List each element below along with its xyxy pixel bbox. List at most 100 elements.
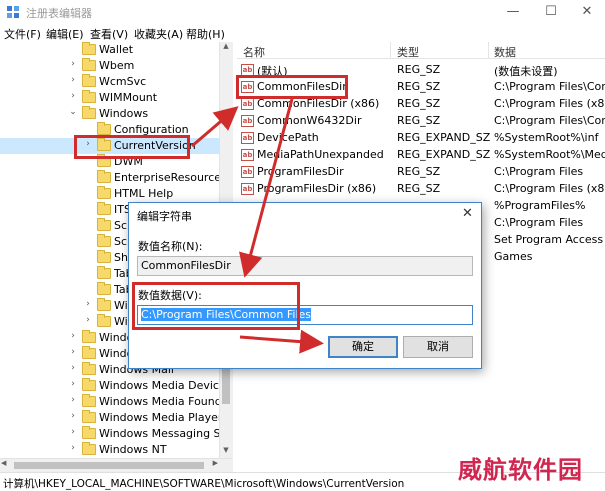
chevron-right-icon[interactable]: › [68, 59, 78, 69]
tree-item-label: Wbem [99, 59, 135, 72]
folder-icon [82, 442, 96, 455]
folder-icon [97, 250, 111, 263]
tree-item[interactable]: EnterpriseResourceMa [0, 170, 232, 186]
scroll-left-arrow-icon[interactable]: ◀ [1, 459, 6, 467]
tree-item[interactable]: › WcmSvc [0, 74, 232, 90]
scroll-down-arrow-icon[interactable]: ▼ [220, 446, 232, 458]
chevron-right-icon[interactable]: › [68, 379, 78, 389]
tree-item[interactable]: ⌄ Windows [0, 106, 232, 122]
tree-item-label: Windows Media Device M [99, 379, 232, 392]
list-row[interactable]: ab ProgramFilesDir (x86) REG_SZ C:\Program … [237, 181, 605, 197]
folder-icon [82, 106, 96, 119]
close-button[interactable]: ✕ [568, 0, 605, 24]
value-type-cell: REG_SZ [397, 114, 441, 127]
tree-item-label: HTML Help [114, 187, 174, 200]
chevron-right-icon[interactable]: › [83, 315, 93, 325]
tree-horizontal-scrollbar[interactable]: ◀ ▶ [0, 458, 232, 472]
menu-bar: 文件(F) 编辑(E) 查看(V) 收藏夹(A) 帮助(H) [0, 24, 605, 42]
column-divider[interactable] [390, 42, 391, 59]
folder-icon [82, 346, 96, 359]
value-data-cell: C:\Program Files\Comm [494, 114, 605, 127]
tree-item-label: Windows Media Player NS [99, 411, 232, 424]
menu-help[interactable]: 帮助(H) [186, 26, 225, 42]
menu-file[interactable]: 文件(F) [4, 26, 41, 42]
annotation-box-current-version [74, 135, 190, 159]
menu-edit[interactable]: 编辑(E) [46, 26, 84, 42]
folder-icon [97, 202, 111, 215]
value-name-cell: CommonW6432Dir [257, 114, 362, 127]
value-type-cell: REG_SZ [397, 182, 441, 195]
list-row[interactable]: ab CommonW6432Dir REG_SZ C:\Program Files\C… [237, 113, 605, 129]
chevron-right-icon[interactable]: › [68, 363, 78, 373]
cancel-button[interactable]: 取消 [403, 336, 473, 358]
value-type-cell: REG_SZ [397, 80, 441, 93]
tree-item[interactable]: › WIMMount [0, 90, 232, 106]
tree-item-label: Windows [99, 107, 149, 120]
annotation-box-value-data [132, 282, 300, 330]
tree-item[interactable]: › Windows Media Player NS [0, 410, 232, 426]
value-data-cell: C:\Program Files\Comm [494, 80, 605, 93]
maximize-button[interactable]: ☐ [532, 0, 570, 24]
folder-icon [97, 282, 111, 295]
string-value-icon: ab [241, 166, 254, 178]
tree-item[interactable]: › Windows Media Foundatio [0, 394, 232, 410]
tree-item[interactable]: HTML Help [0, 186, 232, 202]
string-value-icon: ab [241, 183, 254, 195]
folder-icon [82, 362, 96, 375]
value-type-cell: REG_EXPAND_SZ [397, 148, 491, 161]
chevron-right-icon[interactable]: › [68, 427, 78, 437]
minimize-button[interactable]: — [494, 0, 532, 24]
value-name-field: CommonFilesDir [137, 256, 473, 276]
tree-item[interactable]: › Windows Media Device M [0, 378, 232, 394]
chevron-right-icon[interactable]: › [68, 91, 78, 101]
tree-item[interactable]: › Windows Messaging Subs [0, 426, 232, 442]
tree-item-label: Windows Media Foundatio [99, 395, 232, 408]
scroll-thumb-horizontal[interactable] [14, 462, 204, 469]
tree-item[interactable]: Wallet [0, 42, 232, 58]
column-divider[interactable] [488, 42, 489, 59]
folder-icon [97, 298, 111, 311]
chevron-right-icon[interactable]: › [68, 411, 78, 421]
chevron-right-icon[interactable]: › [83, 299, 93, 309]
chevron-right-icon[interactable]: › [68, 395, 78, 405]
tree-item[interactable]: › Wbem [0, 58, 232, 74]
tree-item-label: WcmSvc [99, 75, 147, 88]
menu-view[interactable]: 查看(V) [90, 26, 128, 42]
menu-favorites[interactable]: 收藏夹(A) [134, 26, 183, 42]
value-data-cell: C:\Program Files (x86) [494, 182, 605, 195]
value-name-label: 数值名称(N): [138, 240, 203, 253]
column-header-data[interactable]: 数据 [494, 44, 516, 60]
scroll-up-arrow-icon[interactable]: ▲ [220, 42, 232, 54]
chevron-right-icon[interactable]: › [68, 443, 78, 453]
scroll-thumb[interactable] [222, 364, 230, 404]
chevron-down-icon[interactable]: ⌄ [68, 107, 78, 117]
tree-item-label: Windows NT [99, 443, 167, 456]
registry-editor-icon [7, 6, 19, 18]
list-row[interactable]: ab DevicePath REG_EXPAND_SZ %SystemRoot%\in… [237, 130, 605, 146]
value-data-cell: %SystemRoot%\inf [494, 131, 599, 144]
chevron-right-icon[interactable]: › [68, 331, 78, 341]
annotation-box-value-name [236, 75, 348, 99]
dialog-title: 编辑字符串 [137, 210, 192, 223]
folder-icon [97, 122, 111, 135]
watermark: 威航软件园 [458, 455, 583, 484]
chevron-right-icon[interactable]: › [68, 75, 78, 85]
value-data-cell: %ProgramFiles% [494, 199, 586, 212]
tree-item[interactable]: › Windows NT [0, 442, 232, 458]
list-row[interactable]: ab ProgramFilesDir REG_SZ C:\Program Files [237, 164, 605, 180]
list-row[interactable]: ab MediaPathUnexpanded REG_EXPAND_SZ %Syste… [237, 147, 605, 163]
folder-icon [82, 42, 96, 55]
value-data-cell: %SystemRoot%\Media [494, 148, 605, 161]
tree-item-label: Wi [114, 315, 128, 328]
value-data-cell: Games [494, 250, 533, 263]
string-value-icon: ab [241, 149, 254, 161]
scroll-right-arrow-icon[interactable]: ▶ [213, 459, 218, 467]
chevron-right-icon[interactable]: › [68, 347, 78, 357]
column-header-type[interactable]: 类型 [397, 44, 419, 60]
value-name-cell: MediaPathUnexpanded [257, 148, 384, 161]
value-type-cell: REG_SZ [397, 97, 441, 110]
folder-icon [82, 58, 96, 71]
dialog-close-icon[interactable]: ✕ [462, 206, 473, 221]
column-header-name[interactable]: 名称 [243, 44, 265, 60]
ok-button[interactable]: 确定 [328, 336, 398, 358]
